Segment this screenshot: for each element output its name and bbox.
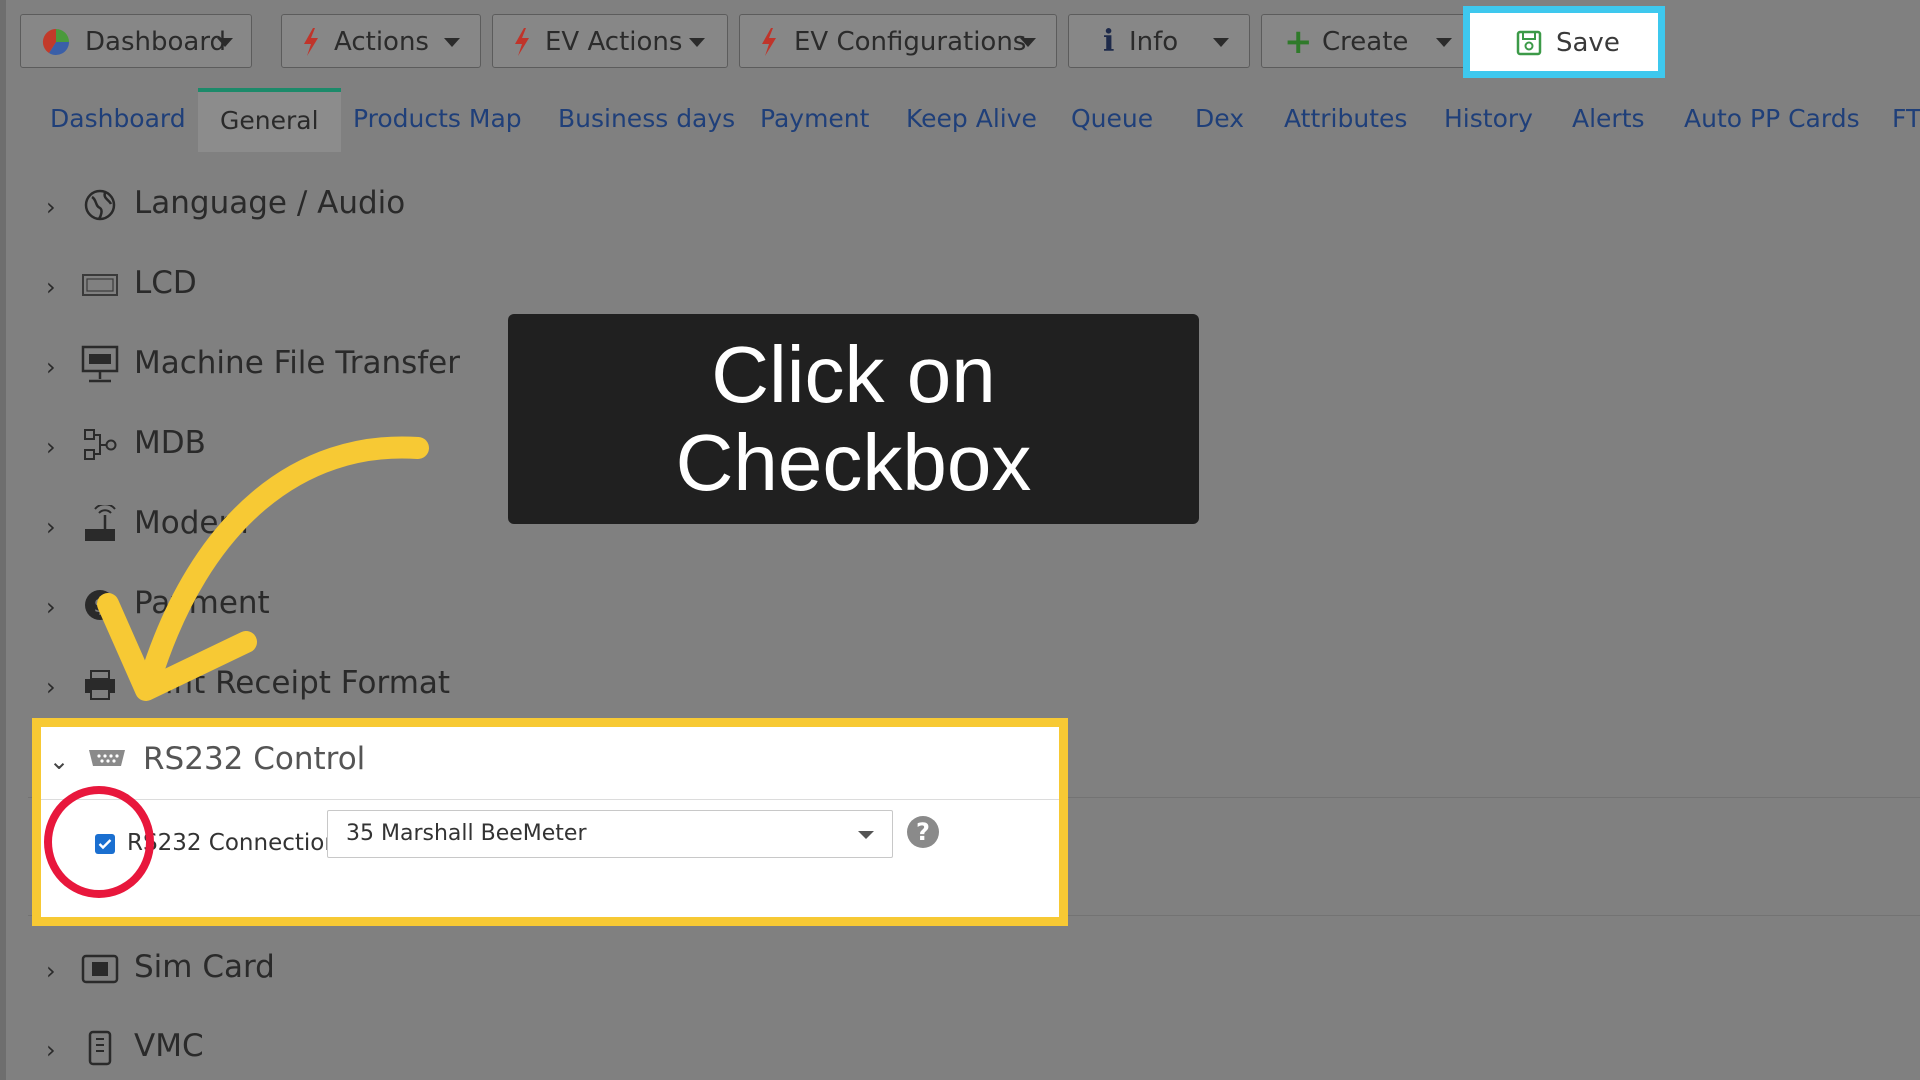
pointer-arrow-icon bbox=[97, 436, 429, 701]
